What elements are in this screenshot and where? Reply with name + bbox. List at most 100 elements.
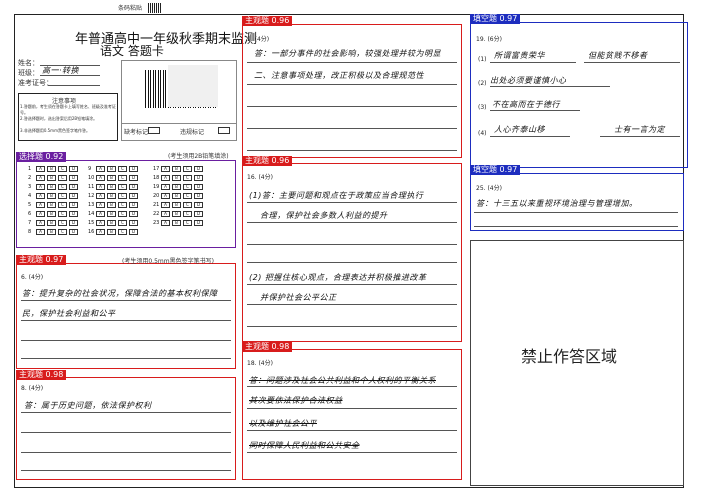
choice-bubble[interactable]: B xyxy=(172,220,181,226)
choice-bubble[interactable]: B xyxy=(172,184,181,190)
choice-bubble[interactable]: C xyxy=(58,166,67,172)
choice-bubble[interactable]: B xyxy=(107,211,116,217)
choice-bubble[interactable]: B xyxy=(47,220,56,226)
violation-checkbox[interactable] xyxy=(218,127,230,134)
absent-checkbox[interactable] xyxy=(148,127,160,134)
choice-bubble[interactable]: A xyxy=(36,220,45,226)
choice-bubble[interactable]: D xyxy=(129,211,138,217)
choice-bubble[interactable]: D xyxy=(69,211,78,217)
choice-bubble[interactable]: C xyxy=(118,166,127,172)
choice-bubble[interactable]: A xyxy=(161,220,170,226)
choice-bubble[interactable]: B xyxy=(107,184,116,190)
choice-bubble[interactable]: B xyxy=(172,175,181,181)
choice-bubble[interactable]: A xyxy=(96,166,105,172)
choice-bubble[interactable]: C xyxy=(118,211,127,217)
q16-rule xyxy=(247,244,457,245)
choice-bubble[interactable]: C xyxy=(183,220,192,226)
choice-bubble[interactable]: D xyxy=(69,220,78,226)
field-id-line[interactable] xyxy=(48,85,100,86)
choice-bubble[interactable]: C xyxy=(183,175,192,181)
choice-bubble[interactable]: B xyxy=(172,166,181,172)
choice-bubble[interactable]: B xyxy=(172,193,181,199)
choice-bubble[interactable]: C xyxy=(183,184,192,190)
choice-bubble[interactable]: C xyxy=(58,220,67,226)
choice-bubble[interactable]: B xyxy=(47,193,56,199)
choice-bubble[interactable]: B xyxy=(47,184,56,190)
choice-bubble[interactable]: A xyxy=(96,184,105,190)
choice-bubble[interactable]: B xyxy=(107,193,116,199)
choice-bubble[interactable]: A xyxy=(96,229,105,235)
choice-bubble[interactable]: B xyxy=(47,202,56,208)
choice-bubble[interactable]: D xyxy=(69,229,78,235)
choice-bubble[interactable]: C xyxy=(183,166,192,172)
choice-bubble-grid: 1ABCD2ABCD3ABCD4ABCD5ABCD6ABCD7ABCD8ABCD… xyxy=(28,166,238,246)
choice-bubble[interactable]: A xyxy=(96,175,105,181)
choice-bubble[interactable]: C xyxy=(118,202,127,208)
choice-bubble[interactable]: B xyxy=(107,229,116,235)
choice-bubble[interactable]: C xyxy=(183,211,192,217)
choice-bubble[interactable]: A xyxy=(36,229,45,235)
choice-bubble[interactable]: B xyxy=(107,175,116,181)
choice-bubble[interactable]: C xyxy=(58,202,67,208)
choice-bubble[interactable]: B xyxy=(107,220,116,226)
choice-bubble[interactable]: A xyxy=(36,202,45,208)
choice-bubble[interactable]: B xyxy=(107,166,116,172)
choice-bubble[interactable]: D xyxy=(194,220,203,226)
choice-bubble[interactable]: D xyxy=(69,193,78,199)
choice-bubble[interactable]: C xyxy=(118,175,127,181)
choice-bubble[interactable]: A xyxy=(96,202,105,208)
choice-bubble[interactable]: D xyxy=(129,184,138,190)
choice-bubble[interactable]: A xyxy=(36,166,45,172)
choice-bubble[interactable]: D xyxy=(129,175,138,181)
choice-bubble[interactable]: A xyxy=(161,202,170,208)
choice-bubble[interactable]: A xyxy=(96,211,105,217)
choice-bubble[interactable]: C xyxy=(118,220,127,226)
q8-answer-line-1: 答：属于历史问题，依法保护权利 xyxy=(24,401,152,410)
choice-bubble[interactable]: C xyxy=(183,202,192,208)
choice-bubble[interactable]: D xyxy=(69,202,78,208)
field-class-line[interactable] xyxy=(40,75,100,76)
choice-bubble[interactable]: C xyxy=(58,184,67,190)
choice-bubble[interactable]: C xyxy=(118,193,127,199)
choice-bubble[interactable]: B xyxy=(172,211,181,217)
choice-bubble[interactable]: D xyxy=(194,166,203,172)
choice-bubble[interactable]: B xyxy=(47,211,56,217)
choice-bubble[interactable]: D xyxy=(194,202,203,208)
choice-bubble[interactable]: A xyxy=(36,175,45,181)
choice-bubble[interactable]: A xyxy=(36,184,45,190)
choice-bubble[interactable]: C xyxy=(118,184,127,190)
choice-bubble[interactable]: B xyxy=(107,202,116,208)
choice-bubble[interactable]: C xyxy=(183,193,192,199)
choice-bubble[interactable]: A xyxy=(161,193,170,199)
choice-bubble[interactable]: B xyxy=(47,175,56,181)
choice-bubble[interactable]: A xyxy=(161,166,170,172)
choice-bubble[interactable]: D xyxy=(129,193,138,199)
choice-bubble[interactable]: C xyxy=(58,175,67,181)
choice-bubble[interactable]: A xyxy=(161,175,170,181)
choice-bubble[interactable]: D xyxy=(69,184,78,190)
choice-bubble[interactable]: D xyxy=(69,175,78,181)
choice-bubble[interactable]: A xyxy=(161,184,170,190)
choice-bubble[interactable]: B xyxy=(47,229,56,235)
choice-bubble[interactable]: D xyxy=(194,175,203,181)
choice-bubble[interactable]: D xyxy=(69,166,78,172)
choice-bubble[interactable]: A xyxy=(36,211,45,217)
choice-bubble[interactable]: D xyxy=(194,211,203,217)
choice-row: 1ABCD xyxy=(28,166,80,172)
choice-bubble[interactable]: A xyxy=(96,193,105,199)
choice-bubble[interactable]: D xyxy=(194,193,203,199)
choice-bubble[interactable]: D xyxy=(129,229,138,235)
choice-bubble[interactable]: C xyxy=(58,193,67,199)
choice-bubble[interactable]: D xyxy=(129,220,138,226)
choice-bubble[interactable]: B xyxy=(47,166,56,172)
choice-bubble[interactable]: D xyxy=(129,166,138,172)
choice-bubble[interactable]: D xyxy=(194,184,203,190)
choice-bubble[interactable]: D xyxy=(129,202,138,208)
choice-bubble[interactable]: A xyxy=(96,220,105,226)
choice-bubble[interactable]: C xyxy=(58,229,67,235)
choice-bubble[interactable]: A xyxy=(161,211,170,217)
choice-bubble[interactable]: C xyxy=(118,229,127,235)
choice-bubble[interactable]: B xyxy=(172,202,181,208)
choice-bubble[interactable]: A xyxy=(36,193,45,199)
choice-bubble[interactable]: C xyxy=(58,211,67,217)
